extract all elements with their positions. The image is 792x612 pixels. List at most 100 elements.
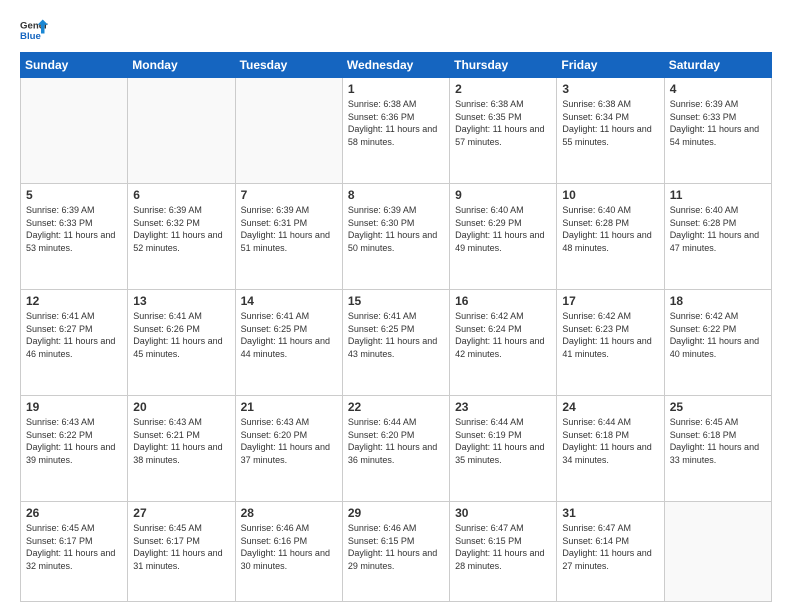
day-number: 6: [133, 188, 229, 202]
page: General Blue SundayMondayTuesdayWednesda…: [0, 0, 792, 612]
day-info: Sunrise: 6:43 AM Sunset: 6:22 PM Dayligh…: [26, 416, 122, 466]
calendar-cell: 18 Sunrise: 6:42 AM Sunset: 6:22 PM Dayli…: [664, 290, 771, 396]
day-number: 25: [670, 400, 766, 414]
calendar-table: SundayMondayTuesdayWednesdayThursdayFrid…: [20, 52, 772, 602]
day-number: 12: [26, 294, 122, 308]
calendar-cell: 14 Sunrise: 6:41 AM Sunset: 6:25 PM Dayli…: [235, 290, 342, 396]
calendar-cell: 4 Sunrise: 6:39 AM Sunset: 6:33 PM Daylig…: [664, 78, 771, 184]
day-number: 27: [133, 506, 229, 520]
day-info: Sunrise: 6:45 AM Sunset: 6:17 PM Dayligh…: [133, 522, 229, 572]
day-number: 31: [562, 506, 658, 520]
week-row-1: 1 Sunrise: 6:38 AM Sunset: 6:36 PM Daylig…: [21, 78, 772, 184]
calendar-cell: [664, 502, 771, 602]
day-number: 23: [455, 400, 551, 414]
week-row-2: 5 Sunrise: 6:39 AM Sunset: 6:33 PM Daylig…: [21, 184, 772, 290]
weekday-friday: Friday: [557, 53, 664, 78]
day-info: Sunrise: 6:43 AM Sunset: 6:21 PM Dayligh…: [133, 416, 229, 466]
day-info: Sunrise: 6:38 AM Sunset: 6:35 PM Dayligh…: [455, 98, 551, 148]
day-info: Sunrise: 6:41 AM Sunset: 6:26 PM Dayligh…: [133, 310, 229, 360]
calendar-cell: 28Sunrise: 6:46 AM Sunset: 6:16 PM Dayli…: [235, 502, 342, 602]
day-number: 7: [241, 188, 337, 202]
day-number: 17: [562, 294, 658, 308]
day-number: 9: [455, 188, 551, 202]
day-number: 13: [133, 294, 229, 308]
day-number: 18: [670, 294, 766, 308]
calendar-cell: 26 Sunrise: 6:45 AM Sunset: 6:17 PM Dayli…: [21, 502, 128, 602]
day-number: 4: [670, 82, 766, 96]
day-number: 1: [348, 82, 444, 96]
calendar-cell: 8 Sunrise: 6:39 AM Sunset: 6:30 PM Daylig…: [342, 184, 449, 290]
calendar-cell: 27 Sunrise: 6:45 AM Sunset: 6:17 PM Dayli…: [128, 502, 235, 602]
calendar-cell: 22 Sunrise: 6:44 AM Sunset: 6:20 PM Dayli…: [342, 396, 449, 502]
day-info: Sunrise: 6:45 AM Sunset: 6:17 PM Dayligh…: [26, 522, 122, 572]
day-info: Sunrise: 6:38 AM Sunset: 6:34 PM Dayligh…: [562, 98, 658, 148]
calendar-cell: 23Sunrise: 6:44 AM Sunset: 6:19 PM Dayli…: [450, 396, 557, 502]
day-number: 28: [241, 506, 337, 520]
day-number: 11: [670, 188, 766, 202]
calendar-cell: 12Sunrise: 6:41 AM Sunset: 6:27 PM Dayli…: [21, 290, 128, 396]
day-info: Sunrise: 6:44 AM Sunset: 6:18 PM Dayligh…: [562, 416, 658, 466]
calendar-cell: [235, 78, 342, 184]
day-info: Sunrise: 6:39 AM Sunset: 6:30 PM Dayligh…: [348, 204, 444, 254]
day-info: Sunrise: 6:46 AM Sunset: 6:15 PM Dayligh…: [348, 522, 444, 572]
day-info: Sunrise: 6:42 AM Sunset: 6:24 PM Dayligh…: [455, 310, 551, 360]
calendar-cell: 7 Sunrise: 6:39 AM Sunset: 6:31 PM Daylig…: [235, 184, 342, 290]
calendar-cell: 19 Sunrise: 6:43 AM Sunset: 6:22 PM Dayli…: [21, 396, 128, 502]
day-info: Sunrise: 6:45 AM Sunset: 6:18 PM Dayligh…: [670, 416, 766, 466]
week-row-5: 26 Sunrise: 6:45 AM Sunset: 6:17 PM Dayli…: [21, 502, 772, 602]
day-info: Sunrise: 6:44 AM Sunset: 6:20 PM Dayligh…: [348, 416, 444, 466]
calendar-cell: 20Sunrise: 6:43 AM Sunset: 6:21 PM Dayli…: [128, 396, 235, 502]
day-info: Sunrise: 6:40 AM Sunset: 6:28 PM Dayligh…: [562, 204, 658, 254]
day-number: 30: [455, 506, 551, 520]
calendar-cell: [21, 78, 128, 184]
day-number: 15: [348, 294, 444, 308]
logo: General Blue: [20, 16, 48, 44]
calendar-cell: 3 Sunrise: 6:38 AM Sunset: 6:34 PM Daylig…: [557, 78, 664, 184]
svg-text:Blue: Blue: [20, 31, 41, 42]
day-info: Sunrise: 6:42 AM Sunset: 6:22 PM Dayligh…: [670, 310, 766, 360]
calendar-cell: 11 Sunrise: 6:40 AM Sunset: 6:28 PM Dayli…: [664, 184, 771, 290]
day-info: Sunrise: 6:39 AM Sunset: 6:31 PM Dayligh…: [241, 204, 337, 254]
weekday-tuesday: Tuesday: [235, 53, 342, 78]
day-number: 26: [26, 506, 122, 520]
day-info: Sunrise: 6:39 AM Sunset: 6:33 PM Dayligh…: [26, 204, 122, 254]
weekday-saturday: Saturday: [664, 53, 771, 78]
week-row-3: 12Sunrise: 6:41 AM Sunset: 6:27 PM Dayli…: [21, 290, 772, 396]
day-number: 2: [455, 82, 551, 96]
day-info: Sunrise: 6:38 AM Sunset: 6:36 PM Dayligh…: [348, 98, 444, 148]
calendar-cell: 5 Sunrise: 6:39 AM Sunset: 6:33 PM Daylig…: [21, 184, 128, 290]
day-number: 14: [241, 294, 337, 308]
calendar-cell: 13 Sunrise: 6:41 AM Sunset: 6:26 PM Dayli…: [128, 290, 235, 396]
calendar-cell: 24 Sunrise: 6:44 AM Sunset: 6:18 PM Dayli…: [557, 396, 664, 502]
calendar-cell: 16 Sunrise: 6:42 AM Sunset: 6:24 PM Dayli…: [450, 290, 557, 396]
day-number: 29: [348, 506, 444, 520]
weekday-thursday: Thursday: [450, 53, 557, 78]
day-info: Sunrise: 6:41 AM Sunset: 6:25 PM Dayligh…: [348, 310, 444, 360]
day-number: 10: [562, 188, 658, 202]
day-info: Sunrise: 6:47 AM Sunset: 6:14 PM Dayligh…: [562, 522, 658, 572]
day-number: 3: [562, 82, 658, 96]
calendar-cell: [128, 78, 235, 184]
day-info: Sunrise: 6:40 AM Sunset: 6:29 PM Dayligh…: [455, 204, 551, 254]
day-number: 24: [562, 400, 658, 414]
day-info: Sunrise: 6:41 AM Sunset: 6:25 PM Dayligh…: [241, 310, 337, 360]
calendar-cell: 30Sunrise: 6:47 AM Sunset: 6:15 PM Dayli…: [450, 502, 557, 602]
logo-icon: General Blue: [20, 16, 48, 44]
day-info: Sunrise: 6:43 AM Sunset: 6:20 PM Dayligh…: [241, 416, 337, 466]
day-info: Sunrise: 6:39 AM Sunset: 6:33 PM Dayligh…: [670, 98, 766, 148]
calendar-cell: 1 Sunrise: 6:38 AM Sunset: 6:36 PM Daylig…: [342, 78, 449, 184]
day-number: 21: [241, 400, 337, 414]
weekday-sunday: Sunday: [21, 53, 128, 78]
week-row-4: 19 Sunrise: 6:43 AM Sunset: 6:22 PM Dayli…: [21, 396, 772, 502]
day-info: Sunrise: 6:40 AM Sunset: 6:28 PM Dayligh…: [670, 204, 766, 254]
calendar-cell: 6Sunrise: 6:39 AM Sunset: 6:32 PM Daylig…: [128, 184, 235, 290]
day-number: 8: [348, 188, 444, 202]
day-number: 5: [26, 188, 122, 202]
calendar-cell: 29 Sunrise: 6:46 AM Sunset: 6:15 PM Dayli…: [342, 502, 449, 602]
day-number: 19: [26, 400, 122, 414]
day-number: 22: [348, 400, 444, 414]
weekday-monday: Monday: [128, 53, 235, 78]
calendar-cell: 25 Sunrise: 6:45 AM Sunset: 6:18 PM Dayli…: [664, 396, 771, 502]
calendar-cell: 10 Sunrise: 6:40 AM Sunset: 6:28 PM Dayli…: [557, 184, 664, 290]
day-number: 16: [455, 294, 551, 308]
